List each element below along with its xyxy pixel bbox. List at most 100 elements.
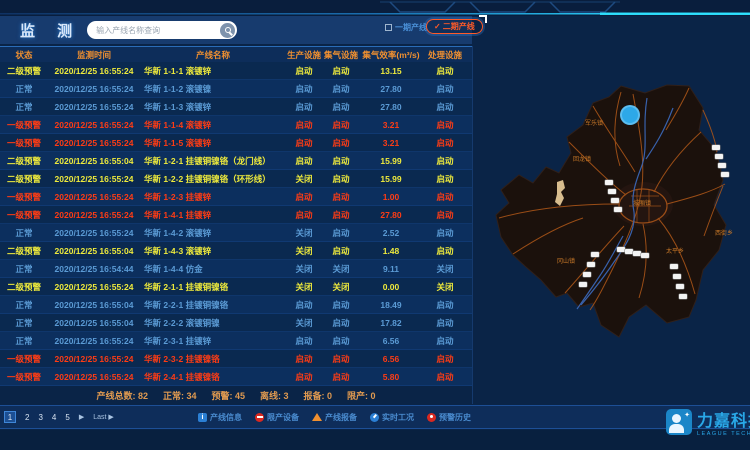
cell-time: 2020/12/25 16:55:24 <box>48 228 140 238</box>
stat-报备: 报备: 0 <box>304 389 333 402</box>
cell-gas: 启动 <box>322 227 360 239</box>
phase1-checkbox[interactable]: 一期产线 <box>385 22 427 33</box>
cell-treatment: 启动 <box>422 317 468 329</box>
table-row[interactable]: 一级预警2020/12/25 16:55:24华新 1-1-4 滚镀锌启动启动3… <box>0 116 472 134</box>
map-marker[interactable] <box>611 198 619 203</box>
cell-status: 正常 <box>0 335 48 347</box>
map-marker[interactable] <box>712 145 720 150</box>
legend-item[interactable]: 限产设备 <box>255 412 299 423</box>
cell-status: 二级预警 <box>0 65 48 77</box>
cell-production: 启动 <box>286 155 322 167</box>
cell-time: 2020/12/25 16:55:24 <box>48 336 140 346</box>
table-row[interactable]: 二级预警2020/12/25 16:55:24华新 2-1-1 挂镀铜镍铬关闭关… <box>0 278 472 296</box>
map-marker[interactable] <box>641 253 649 258</box>
cell-line-name: 华新 2-1-1 挂镀铜镍铬 <box>140 281 286 293</box>
page-last-button[interactable]: Last ▶ <box>93 413 114 421</box>
map-marker[interactable] <box>617 247 625 252</box>
checkbox-icon <box>385 24 392 31</box>
map-marker[interactable] <box>715 154 723 159</box>
cell-production: 启动 <box>286 209 322 221</box>
pagination: 123 45 ▶ Last ▶ <box>4 411 114 423</box>
map-marker[interactable] <box>625 249 633 254</box>
page-next-button[interactable]: ▶ <box>79 413 84 421</box>
cell-status: 一级预警 <box>0 191 48 203</box>
cell-production: 关闭 <box>286 173 322 185</box>
stat-正常: 正常: 34 <box>163 389 197 402</box>
map-marker[interactable] <box>579 282 587 287</box>
cell-production: 关闭 <box>286 281 322 293</box>
table-row[interactable]: 正常2020/12/25 16:55:04华新 2-2-2 滚镀铜镍关闭启动17… <box>0 314 472 332</box>
district-map[interactable]: 军乐镇回龙镇城厢镇西街乡冈山镇太平乡 <box>472 46 750 404</box>
page-3[interactable]: 3 <box>38 413 42 422</box>
map-marker[interactable] <box>591 252 599 257</box>
cell-production: 启动 <box>286 371 322 383</box>
cell-efficiency: 27.80 <box>360 210 422 220</box>
page-2[interactable]: 2 <box>25 413 29 422</box>
map-marker[interactable] <box>721 172 729 177</box>
map-marker[interactable] <box>718 163 726 168</box>
map-marker[interactable] <box>670 264 678 269</box>
map-cluster-marker[interactable] <box>620 105 640 125</box>
legend-item[interactable]: 实时工况 <box>370 412 414 423</box>
map-marker[interactable] <box>605 180 613 185</box>
map-marker[interactable] <box>587 262 595 267</box>
table-row[interactable]: 正常2020/12/25 16:55:24华新 1-1-3 滚镀锌启动启动27.… <box>0 98 472 116</box>
table-row[interactable]: 二级预警2020/12/25 16:55:04华新 1-4-3 滚镀锌关闭启动1… <box>0 242 472 260</box>
monitoring-dashboard: 监 测 一期产线 ✓ 二期产线 状态监测时间产线名称生产设施集气设施集气效率(m… <box>0 0 750 450</box>
phase2-button[interactable]: ✓ 二期产线 <box>426 19 483 34</box>
map-marker[interactable] <box>583 272 591 277</box>
table-row[interactable]: 一级预警2020/12/25 16:55:24华新 1-4-1 挂镀锌启动启动2… <box>0 206 472 224</box>
map-place-label: 军乐镇 <box>585 118 603 127</box>
cell-line-name: 华新 2-3-1 挂镀锌 <box>140 335 286 347</box>
map-marker[interactable] <box>633 251 641 256</box>
legend-item[interactable]: 产线报备 <box>312 412 357 423</box>
logo-icon: ✦ <box>666 409 692 435</box>
table-body: 二级预警2020/12/25 16:55:24华新 1-1-1 滚镀锌启动启动1… <box>0 62 472 386</box>
cell-gas: 启动 <box>322 335 360 347</box>
cell-status: 二级预警 <box>0 155 48 167</box>
search-input[interactable] <box>87 26 211 35</box>
cell-production: 启动 <box>286 137 322 149</box>
table-row[interactable]: 一级预警2020/12/25 16:55:24华新 1-2-3 挂镀锌启动启动1… <box>0 188 472 206</box>
cell-status: 正常 <box>0 263 48 275</box>
table-row[interactable]: 一级预警2020/12/25 16:55:24华新 2-4-1 挂镀镍铬启动启动… <box>0 368 472 386</box>
cell-status: 二级预警 <box>0 245 48 257</box>
cell-time: 2020/12/25 16:55:24 <box>48 102 140 112</box>
map-marker[interactable] <box>676 284 684 289</box>
map-place-label: 西街乡 <box>715 228 733 237</box>
legend-item[interactable]: i产线信息 <box>198 412 242 423</box>
table-row[interactable]: 一级预警2020/12/25 16:55:24华新 2-3-2 挂镀镍铬启动启动… <box>0 350 472 368</box>
page-current[interactable]: 1 <box>4 411 16 423</box>
logo-subtitle: LEAGUE TECH <box>697 431 750 437</box>
page-5[interactable]: 5 <box>65 413 69 422</box>
legend-item[interactable]: 预警历史 <box>427 412 471 423</box>
table-row[interactable]: 正常2020/12/25 16:55:24华新 1-1-2 滚镀镍启动启动27.… <box>0 80 472 98</box>
cell-status: 一级预警 <box>0 371 48 383</box>
table-row[interactable]: 正常2020/12/25 16:55:24华新 1-4-2 滚镀锌关闭启动2.5… <box>0 224 472 242</box>
cell-time: 2020/12/25 16:55:24 <box>48 192 140 202</box>
map-marker[interactable] <box>673 274 681 279</box>
table-row[interactable]: 二级预警2020/12/25 16:55:24华新 1-1-1 滚镀锌启动启动1… <box>0 62 472 80</box>
table-row[interactable]: 正常2020/12/25 16:55:24华新 2-3-1 挂镀锌启动启动6.5… <box>0 332 472 350</box>
corner-bracket-icon <box>479 15 487 23</box>
cell-gas: 启动 <box>322 245 360 257</box>
legend-label: 产线信息 <box>210 412 242 423</box>
map-marker[interactable] <box>679 294 687 299</box>
cell-time: 2020/12/25 16:55:24 <box>48 174 140 184</box>
cell-line-name: 华新 2-2-1 挂镀铜镍铬 <box>140 299 286 311</box>
table-row[interactable]: 一级预警2020/12/25 16:55:24华新 1-1-5 滚镀锌启动启动3… <box>0 134 472 152</box>
table-row[interactable]: 二级预警2020/12/25 16:55:04华新 1-2-1 挂镀铜镍铬（龙门… <box>0 152 472 170</box>
table-row[interactable]: 二级预警2020/12/25 16:55:24华新 1-2-2 挂镀铜镍铬（环形… <box>0 170 472 188</box>
col-efficiency: 集气效率(m³/s) <box>360 49 422 61</box>
cell-time: 2020/12/25 16:55:04 <box>48 156 140 166</box>
table-row[interactable]: 正常2020/12/25 16:55:04华新 2-2-1 挂镀铜镍铬启动启动1… <box>0 296 472 314</box>
map-marker[interactable] <box>614 207 622 212</box>
map-marker[interactable] <box>608 189 616 194</box>
table-row[interactable]: 正常2020/12/25 16:54:44华新 1-4-4 仿金关闭关闭9.11… <box>0 260 472 278</box>
cell-efficiency: 5.80 <box>360 372 422 382</box>
cell-efficiency: 1.00 <box>360 192 422 202</box>
page-title: 监 测 <box>20 20 81 41</box>
search-button[interactable] <box>220 23 235 38</box>
cell-line-name: 华新 1-1-4 滚镀锌 <box>140 119 286 131</box>
page-4[interactable]: 4 <box>52 413 56 422</box>
